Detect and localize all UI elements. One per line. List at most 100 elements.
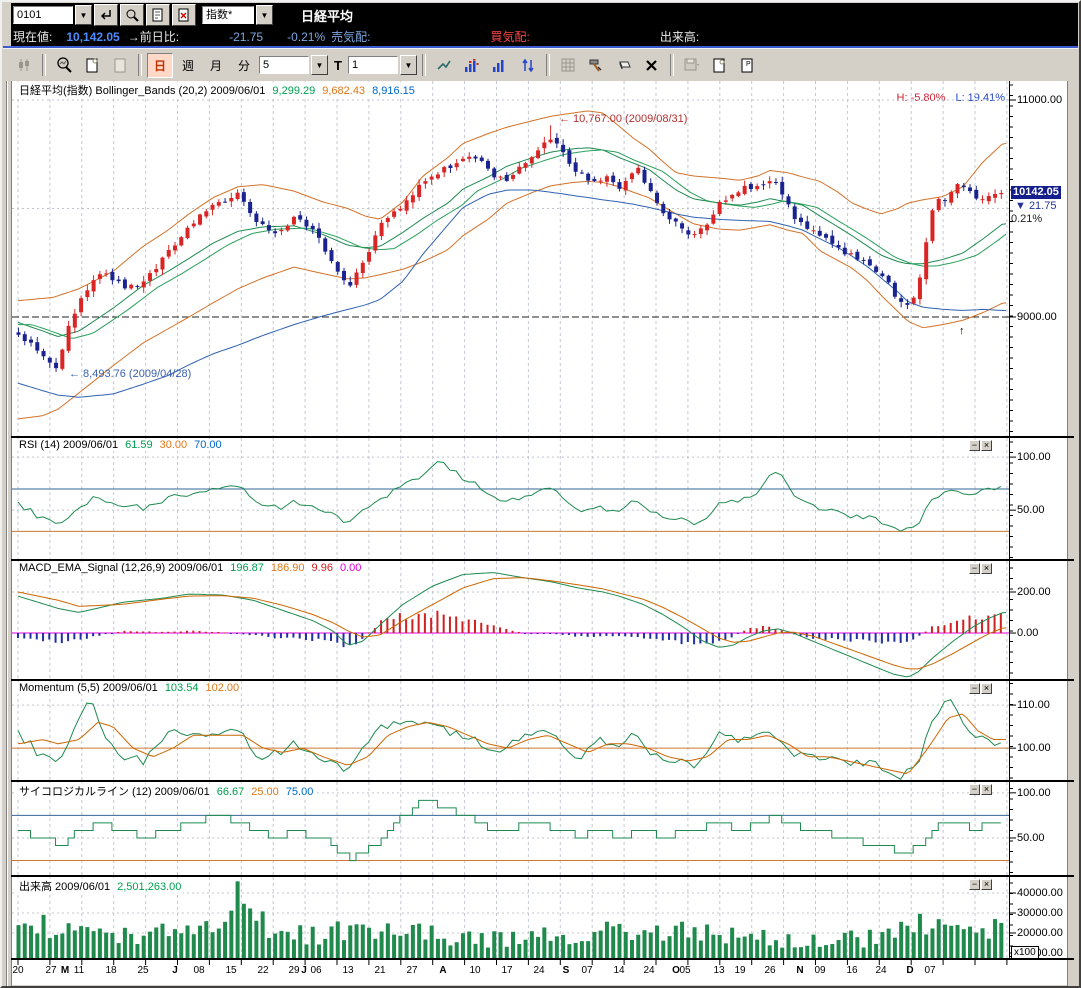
x-axis-day-label: 26 xyxy=(764,965,775,976)
rsi-close-button[interactable]: × xyxy=(981,440,992,451)
interval-select[interactable]: 5 xyxy=(259,56,309,74)
svg-text:P: P xyxy=(746,61,751,68)
candles-group xyxy=(17,125,1004,372)
eraser-button[interactable] xyxy=(611,53,637,78)
period-minute-button[interactable]: 分 xyxy=(231,53,257,78)
grid-button[interactable] xyxy=(555,53,581,78)
symbol-dropdown-button[interactable]: ▼ xyxy=(75,5,92,25)
bars-button[interactable] xyxy=(487,53,513,78)
ask-label: 売気配: xyxy=(331,28,370,45)
x-axis-day-label: 08 xyxy=(193,965,204,976)
period-daily-button[interactable]: 日 xyxy=(147,53,173,78)
t-select[interactable]: 1 xyxy=(348,56,398,74)
x-axis-day-label: 07 xyxy=(924,965,935,976)
momentum-ytick: 110.00 xyxy=(1017,699,1050,711)
macd-header-value: 196.87 xyxy=(230,562,264,574)
period-monthly-button[interactable]: 月 xyxy=(203,53,229,78)
momentum-close-button[interactable]: × xyxy=(981,683,992,694)
rsi-header-value: 30.00 xyxy=(160,439,188,451)
copy-page-button[interactable] xyxy=(107,53,133,78)
memo-icon xyxy=(152,8,164,22)
trendline-icon xyxy=(436,58,452,72)
rsi-minimize-button[interactable]: − xyxy=(969,440,980,451)
up-down-arrows-icon xyxy=(521,58,535,72)
x-axis-day-label: 21 xyxy=(374,965,385,976)
candle-chart-button[interactable] xyxy=(11,53,37,78)
momentum-header-value: 103.54 xyxy=(165,682,199,694)
ma-blue xyxy=(18,190,1006,397)
x-axis-day-label: 18 xyxy=(105,965,116,976)
main-plot[interactable] xyxy=(12,81,1009,436)
tools-button[interactable] xyxy=(583,53,609,78)
t-label: T xyxy=(334,58,342,73)
symbol-input[interactable]: 0101 xyxy=(13,6,73,24)
x-axis-month-label: S xyxy=(563,965,570,976)
rsi-ytick: 50.00 xyxy=(1017,504,1045,516)
quote-bar-row2: 現在値: 10,142.05 →前日比: -21.75 -0.21% 売気配: … xyxy=(11,27,1078,46)
macd-ytick: 200.00 xyxy=(1017,586,1051,598)
rsi-plot[interactable] xyxy=(12,438,1009,559)
x-axis-day-label: 24 xyxy=(533,965,544,976)
x-icon xyxy=(645,59,658,72)
volume-ytick: 20000.00 xyxy=(1017,927,1063,939)
x-axis-day-label: 13 xyxy=(713,965,724,976)
main-header: 日経平均(指数) Bollinger_Bands (20,2) 2009/06/… xyxy=(17,82,417,98)
x-axis-day-label: 15 xyxy=(225,965,236,976)
panel-resize-gutter[interactable] xyxy=(3,81,12,987)
interval-dropdown-button[interactable]: ▼ xyxy=(311,55,328,75)
period-weekly-button[interactable]: 週 xyxy=(175,53,201,78)
delete-drawings-button[interactable] xyxy=(639,53,665,78)
trendline-button[interactable] xyxy=(431,53,457,78)
quote-bar-row1: 0101 ▼ 指数* ▼ 日経平均 xyxy=(11,3,1078,27)
bars-compare-button[interactable] xyxy=(459,53,485,78)
volume-close-button[interactable]: × xyxy=(981,879,992,890)
x-axis-day-label: 19 xyxy=(734,965,745,976)
chart-annotation: ← 10,767.00 (2009/08/31) xyxy=(559,113,687,125)
volume-header: 出来高 2009/06/012,501,263.00 xyxy=(17,878,183,894)
submit-button[interactable] xyxy=(94,4,118,26)
macd-ytick: 0.00 xyxy=(1017,627,1038,639)
x-axis-day-label: 27 xyxy=(45,965,56,976)
new-page-button[interactable] xyxy=(79,53,105,78)
main-ytick: 11000.00 xyxy=(1017,94,1062,106)
x-axis-day-label: 11 xyxy=(74,965,84,976)
momentum-minimize-button[interactable]: − xyxy=(969,683,980,694)
chart-stage: H: -5.80%L: 19.41% 日経平均(指数) Bollinger_Ba… xyxy=(3,81,1078,985)
layout-page-button[interactable] xyxy=(707,53,733,78)
delete-memo-button[interactable] xyxy=(172,4,196,26)
rsi-ytick: 100.00 xyxy=(1017,451,1051,463)
momentum-signal xyxy=(18,714,1006,774)
magnifier-icon xyxy=(125,8,139,22)
x-axis-month-label: M xyxy=(61,965,69,976)
momentum-plot[interactable] xyxy=(12,681,1009,780)
market-dropdown-button[interactable]: ▼ xyxy=(256,5,273,25)
last-price-marker: 10142.05 xyxy=(1011,186,1061,199)
psych-header-value: 75.00 xyxy=(286,786,314,798)
zoom-button[interactable] xyxy=(120,4,144,26)
rsi-header-value: 61.59 xyxy=(125,439,153,451)
macd-header-value: 9.96 xyxy=(312,562,333,574)
x-axis-month-label: J xyxy=(172,965,178,976)
macd-close-button[interactable]: × xyxy=(981,563,992,574)
market-select[interactable]: 指数* xyxy=(202,6,254,24)
candlestick-icon xyxy=(17,58,31,72)
toolbar-separator xyxy=(422,54,426,76)
psych-minimize-button[interactable]: − xyxy=(969,784,980,795)
psych-header-value: 66.67 xyxy=(217,786,245,798)
zoom-chart-button[interactable] xyxy=(51,53,77,78)
psych-header-title: サイコロジカルライン (12) 2009/06/01 xyxy=(19,786,210,798)
save-button[interactable] xyxy=(679,53,705,78)
macd-minimize-button[interactable]: − xyxy=(969,563,980,574)
t-dropdown-button[interactable]: ▼ xyxy=(400,55,417,75)
momentum-header: Momentum (5,5) 2009/06/01103.54102.00 xyxy=(17,682,241,694)
layout-page2-button[interactable]: P xyxy=(735,53,761,78)
volume-minimize-button[interactable]: − xyxy=(969,879,980,890)
updown-button[interactable] xyxy=(515,53,541,78)
macd-plot[interactable] xyxy=(12,561,1009,679)
psych-close-button[interactable]: × xyxy=(981,784,992,795)
x-axis-day-label: 06 xyxy=(310,965,321,976)
current-price-label: 現在値: xyxy=(13,28,52,45)
memo-button[interactable] xyxy=(146,4,170,26)
volume-header-value: 2,501,263.00 xyxy=(117,881,181,893)
x-axis-month-label: J xyxy=(301,965,307,976)
